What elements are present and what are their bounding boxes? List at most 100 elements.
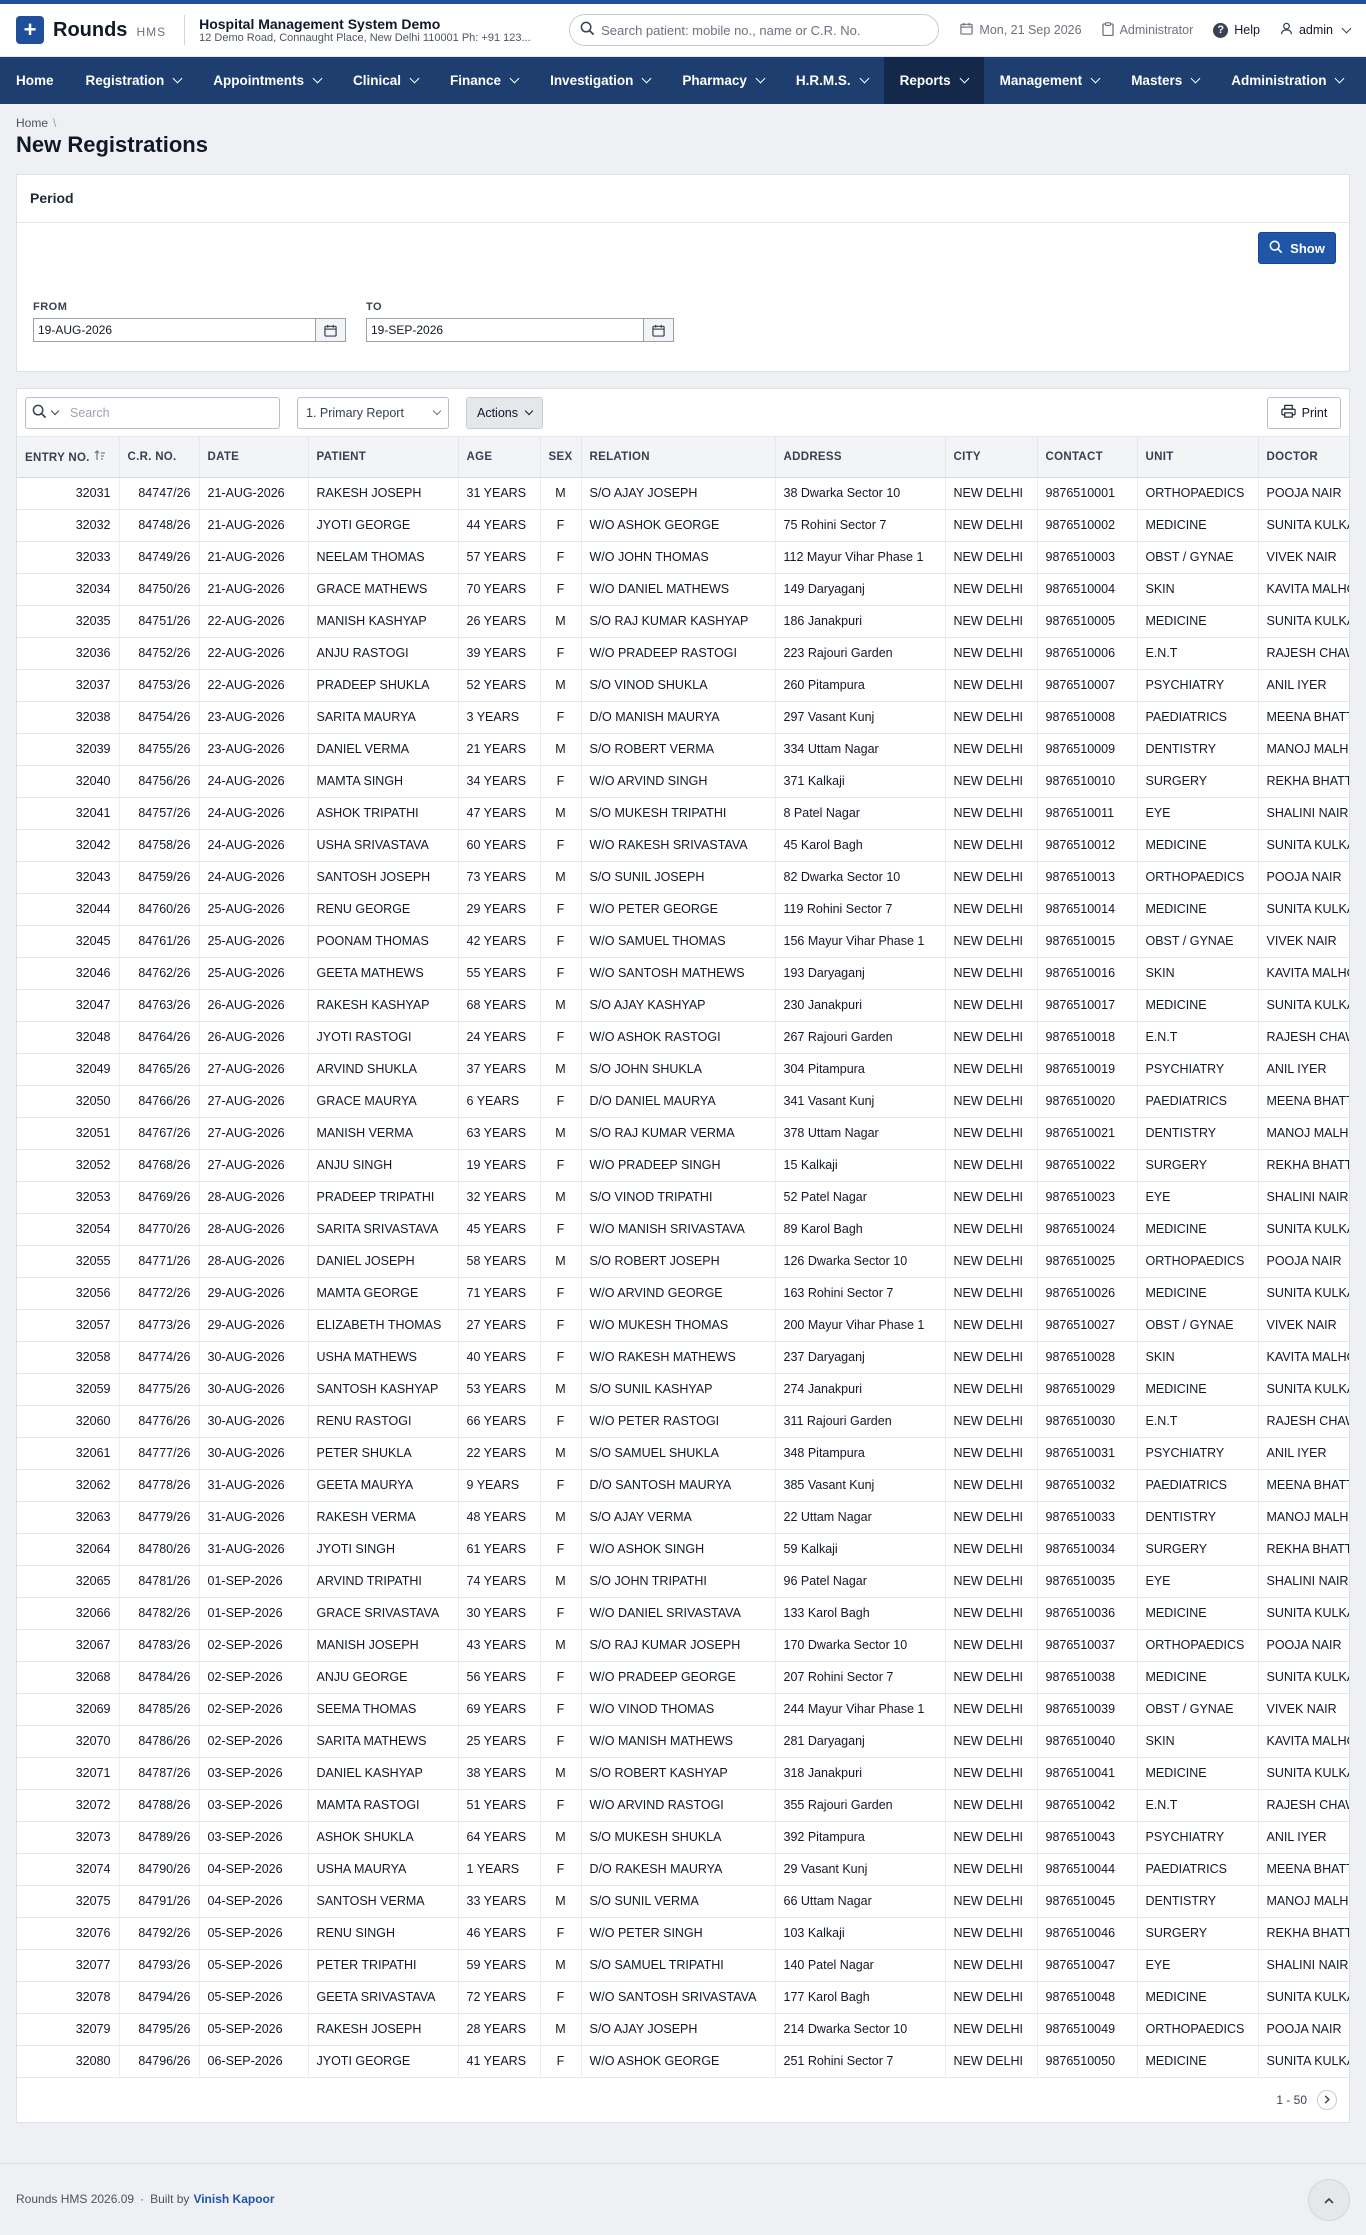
column-header[interactable]: AGE [458,437,541,478]
help-link[interactable]: ? Help [1213,22,1260,38]
table-row[interactable]: 32054 84770/26 28-AUG-2026 SARITA SRIVASTAV… [17,1213,1349,1246]
table-row[interactable]: 32064 84780/26 31-AUG-2026 JYOTI SINGH 61 YE… [17,1533,1349,1566]
table-row[interactable]: 32033 84749/26 21-AUG-2026 NEELAM THOMAS 57 … [17,541,1349,574]
actions-button[interactable]: Actions [466,396,543,429]
table-cell: 112 Mayur Vihar Phase 1 [775,541,946,574]
column-header[interactable]: DATE [199,437,309,478]
table-row[interactable]: 32066 84782/26 01-SEP-2026 GRACE SRIVASTAVA… [17,1597,1349,1630]
table-row[interactable]: 32058 84774/26 30-AUG-2026 USHA MATHEWS 40 Y… [17,1341,1349,1374]
table-row[interactable]: 32078 84794/26 05-SEP-2026 GEETA SRIVASTAVA… [17,1981,1349,2014]
table-row[interactable]: 32032 84748/26 21-AUG-2026 JYOTI GEORGE 44 Y… [17,509,1349,542]
table-row[interactable]: 32068 84784/26 02-SEP-2026 ANJU GEORGE 56 YE… [17,1661,1349,1694]
column-header[interactable]: SEX [540,437,582,478]
column-header[interactable]: PATIENT [308,437,459,478]
nav-item-appointments[interactable]: Appointments [197,57,337,104]
to-date-input[interactable] [366,318,644,342]
column-header[interactable]: ENTRY NO. [17,437,120,478]
table-row[interactable]: 32075 84791/26 04-SEP-2026 SANTOSH VERMA 33 … [17,1885,1349,1918]
table-row[interactable]: 32073 84789/26 03-SEP-2026 ASHOK SHUKLA 64 Y… [17,1821,1349,1854]
column-header[interactable]: RELATION [581,437,776,478]
nav-item-masters[interactable]: Masters [1115,57,1215,104]
nav-item-clinical[interactable]: Clinical [337,57,434,104]
table-row[interactable]: 32056 84772/26 29-AUG-2026 MAMTA GEORGE 71 Y… [17,1277,1349,1310]
table-row[interactable]: 32062 84778/26 31-AUG-2026 GEETA MAURYA 9 YE… [17,1469,1349,1502]
column-header[interactable]: DOCTOR [1258,437,1349,478]
table-row[interactable]: 32045 84761/26 25-AUG-2026 POONAM THOMAS 42 … [17,925,1349,958]
table-row[interactable]: 32034 84750/26 21-AUG-2026 GRACE MATHEWS 70 … [17,573,1349,606]
table-row[interactable]: 32070 84786/26 02-SEP-2026 SARITA MATHEWS 25… [17,1725,1349,1758]
nav-item-finance[interactable]: Finance [434,57,534,104]
search-icon[interactable] [32,404,47,422]
patient-search-input[interactable] [601,22,922,38]
to-calendar-icon[interactable] [644,318,674,342]
table-row[interactable]: 32065 84781/26 01-SEP-2026 ARVIND TRIPATHI 7… [17,1565,1349,1598]
patient-search[interactable] [569,14,940,46]
table-row[interactable]: 32077 84793/26 05-SEP-2026 PETER TRIPATHI 59… [17,1949,1349,1982]
header-role[interactable]: Administrator [1101,21,1193,39]
table-row[interactable]: 32035 84751/26 22-AUG-2026 MANISH KASHYAP 26… [17,605,1349,638]
nav-item-h-r-m-s[interactable]: H.R.M.S. [780,57,884,104]
table-row[interactable]: 32048 84764/26 26-AUG-2026 JYOTI RASTOGI 24 … [17,1021,1349,1054]
table-row[interactable]: 32039 84755/26 23-AUG-2026 DANIEL VERMA 21 Y… [17,733,1349,766]
column-header[interactable]: UNIT [1137,437,1259,478]
report-type-select[interactable]: 1. Primary Report [297,396,449,429]
plus-logo-icon[interactable]: + [16,16,44,44]
table-row[interactable]: 32074 84790/26 04-SEP-2026 USHA MAURYA 1 YEA… [17,1853,1349,1886]
table-row[interactable]: 32036 84752/26 22-AUG-2026 ANJU RASTOGI 39 Y… [17,637,1349,670]
nav-item-management[interactable]: Management [984,57,1116,104]
from-calendar-icon[interactable] [316,318,346,342]
table-row[interactable]: 32057 84773/26 29-AUG-2026 ELIZABETH THOMAS… [17,1309,1349,1342]
table-row[interactable]: 32067 84783/26 02-SEP-2026 MANISH JOSEPH 43 … [17,1629,1349,1662]
sort-ascending-icon[interactable] [94,449,106,464]
nav-item-investigation[interactable]: Investigation [534,57,666,104]
table-row[interactable]: 32037 84753/26 22-AUG-2026 PRADEEP SHUKLA 52… [17,669,1349,702]
table-row[interactable]: 32038 84754/26 23-AUG-2026 SARITA MAURYA 3 Y… [17,701,1349,734]
table-row[interactable]: 32063 84779/26 31-AUG-2026 RAKESH VERMA 48 Y… [17,1501,1349,1534]
breadcrumb-home[interactable]: Home [16,116,48,130]
user-menu[interactable]: admin [1280,22,1352,38]
table-row[interactable]: 32044 84760/26 25-AUG-2026 RENU GEORGE 29 YE… [17,893,1349,926]
print-button[interactable]: Print [1267,396,1341,429]
column-header[interactable]: C.R. NO. [119,437,200,478]
table-row[interactable]: 32052 84768/26 27-AUG-2026 ANJU SINGH 19 YEA… [17,1149,1349,1182]
table-row[interactable]: 32053 84769/26 28-AUG-2026 PRADEEP TRIPATHI… [17,1181,1349,1214]
column-header[interactable]: ADDRESS [775,437,946,478]
table-row[interactable]: 32031 84747/26 21-AUG-2026 RAKESH JOSEPH 31 … [17,477,1349,510]
table-row[interactable]: 32076 84792/26 05-SEP-2026 RENU SINGH 46 YEA… [17,1917,1349,1950]
table-row[interactable]: 32046 84762/26 25-AUG-2026 GEETA MATHEWS 55 … [17,957,1349,990]
table-row[interactable]: 32049 84765/26 27-AUG-2026 ARVIND SHUKLA 37 … [17,1053,1349,1086]
table-row[interactable]: 32059 84775/26 30-AUG-2026 SANTOSH KASHYAP 5… [17,1373,1349,1406]
nav-item-pharmacy[interactable]: Pharmacy [666,57,780,104]
table-row[interactable]: 32061 84777/26 30-AUG-2026 PETER SHUKLA 22 Y… [17,1437,1349,1470]
table-row[interactable]: 32055 84771/26 28-AUG-2026 DANIEL JOSEPH 58 … [17,1245,1349,1278]
column-header[interactable]: CONTACT [1037,437,1138,478]
scroll-top-button[interactable] [1308,2178,1350,2221]
table-row[interactable]: 32079 84795/26 05-SEP-2026 RAKESH JOSEPH 28 … [17,2013,1349,2046]
nav-item-registration[interactable]: Registration [70,57,198,104]
table-row[interactable]: 32080 84796/26 06-SEP-2026 JYOTI GEORGE 41 Y… [17,2045,1349,2078]
nav-item-reports[interactable]: Reports [883,57,984,104]
table-row[interactable]: 32051 84767/26 27-AUG-2026 MANISH VERMA 63 Y… [17,1117,1349,1150]
nav-item-administration[interactable]: Administration [1215,57,1359,104]
chevron-down-icon[interactable] [50,406,60,415]
table-row[interactable]: 32043 84759/26 24-AUG-2026 SANTOSH JOSEPH 73… [17,861,1349,894]
table-row[interactable]: 32071 84787/26 03-SEP-2026 DANIEL KASHYAP 38… [17,1757,1349,1790]
table-row[interactable]: 32050 84766/26 27-AUG-2026 GRACE MAURYA 6 YE… [17,1085,1349,1118]
table-row[interactable]: 32069 84785/26 02-SEP-2026 SEEMA THOMAS 69 Y… [17,1693,1349,1726]
table-row[interactable]: 32072 84788/26 03-SEP-2026 MAMTA RASTOGI 51 … [17,1789,1349,1822]
grid-search[interactable] [25,396,280,429]
show-button[interactable]: Show [1258,232,1336,264]
next-page-button[interactable] [1317,2089,1337,2110]
footer-author-link[interactable]: Vinish Kapoor [193,2192,274,2206]
table-row[interactable]: 32060 84776/26 30-AUG-2026 RENU RASTOGI 66 Y… [17,1405,1349,1438]
table-row[interactable]: 32041 84757/26 24-AUG-2026 ASHOK TRIPATHI 47… [17,797,1349,830]
column-header-label: PATIENT [316,450,367,463]
table-row[interactable]: 32040 84756/26 24-AUG-2026 MAMTA SINGH 34 YE… [17,765,1349,798]
from-date-input[interactable] [33,318,316,342]
table-row[interactable]: 32047 84763/26 26-AUG-2026 RAKESH KASHYAP 68… [17,989,1349,1022]
table-cell: 9876510035 [1037,1565,1138,1598]
table-row[interactable]: 32042 84758/26 24-AUG-2026 USHA SRIVASTAVA 6… [17,829,1349,862]
grid-search-input[interactable] [70,405,260,420]
nav-item-home[interactable]: Home [0,57,70,104]
column-header[interactable]: CITY [945,437,1038,478]
